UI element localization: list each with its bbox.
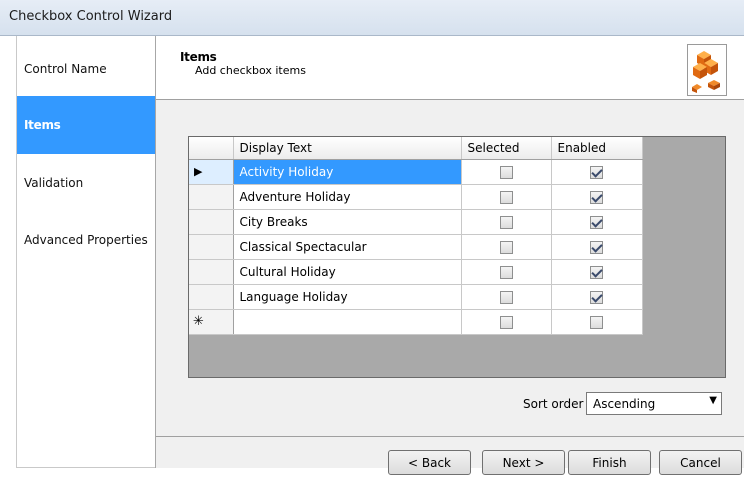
window-title: Checkbox Control Wizard [9,9,173,24]
selected-checkbox[interactable] [499,265,513,279]
current-row-indicator-icon[interactable]: ▶ [189,159,234,185]
enabled-cell[interactable] [551,284,643,310]
sort-order-select[interactable]: Ascending ▼ [586,392,722,415]
display-text-cell[interactable] [233,309,462,335]
grid-header-row: Display Text Selected Enabled [189,137,643,160]
selected-checkbox[interactable] [499,240,513,254]
sidebar-item-label: Items [24,118,61,132]
step-header: Items Add checkbox items [156,36,744,100]
table-row[interactable]: Classical Spectacular [189,234,643,260]
enabled-cell[interactable] [551,209,643,235]
enabled-checkbox[interactable] [590,165,603,179]
selected-cell[interactable] [461,284,552,310]
sidebar-item-label: Validation [24,176,84,190]
sidebar-item-items[interactable]: Items [17,96,156,154]
selected-cell[interactable] [461,309,552,335]
column-header-display-text[interactable]: Display Text [233,137,462,160]
selected-cell[interactable] [461,184,552,210]
display-text-cell[interactable]: Activity Holiday [233,159,462,185]
new-row[interactable]: ✳ [189,309,643,335]
cancel-button[interactable]: Cancel [659,450,742,475]
sort-order-value: Ascending [593,397,656,411]
footer-divider [156,436,744,437]
table-row[interactable]: Cultural Holiday [189,259,643,285]
selected-cell[interactable] [461,159,552,185]
selected-checkbox[interactable] [499,215,513,229]
enabled-checkbox[interactable] [590,190,603,204]
wizard-sidebar: Control Name Items Validation Advanced P… [16,36,156,468]
column-header-selected[interactable]: Selected [461,137,552,160]
column-header-enabled[interactable]: Enabled [551,137,643,160]
display-text-cell[interactable]: City Breaks [233,209,462,235]
enabled-checkbox[interactable] [590,290,603,304]
table-row[interactable]: City Breaks [189,209,643,235]
row-header[interactable] [189,184,234,210]
wizard-content: Items Add checkbox items Display Text Se… [155,36,744,475]
row-header[interactable] [189,284,234,310]
display-text-cell[interactable]: Cultural Holiday [233,259,462,285]
enabled-checkbox[interactable] [590,240,603,254]
selected-checkbox[interactable] [499,165,513,179]
table-row[interactable]: Language Holiday [189,284,643,310]
title-bar: Checkbox Control Wizard [0,0,744,36]
selected-cell[interactable] [461,259,552,285]
enabled-checkbox[interactable] [590,215,603,229]
selected-checkbox[interactable] [499,190,513,204]
sidebar-item-advanced-properties[interactable]: Advanced Properties [17,211,156,269]
row-header[interactable] [189,259,234,285]
display-text-cell[interactable]: Language Holiday [233,284,462,310]
row-header-corner [189,137,234,160]
table-row[interactable]: Adventure Holiday [189,184,643,210]
page-subtitle: Add checkbox items [195,64,306,77]
enabled-cell[interactable] [551,309,643,335]
enabled-checkbox[interactable] [590,265,603,279]
row-header[interactable] [189,234,234,260]
enabled-cell[interactable] [551,184,643,210]
next-button[interactable]: Next > [482,450,565,475]
chevron-down-icon[interactable]: ▼ [709,395,717,406]
cubes-icon [687,44,727,96]
enabled-checkbox[interactable] [590,315,603,329]
enabled-cell[interactable] [551,259,643,285]
display-text-cell[interactable]: Classical Spectacular [233,234,462,260]
sidebar-item-control-name[interactable]: Control Name [17,40,156,98]
items-grid[interactable]: Display Text Selected Enabled ▶ Activity… [188,136,726,378]
sidebar-item-label: Control Name [24,62,107,76]
selected-checkbox[interactable] [499,315,513,329]
display-text-cell[interactable]: Adventure Holiday [233,184,462,210]
sort-order-label: Sort order [523,397,584,411]
selected-checkbox[interactable] [499,290,513,304]
selected-cell[interactable] [461,234,552,260]
finish-button[interactable]: Finish [568,450,651,475]
table-row[interactable]: ▶ Activity Holiday [189,159,643,185]
enabled-cell[interactable] [551,159,643,185]
page-title: Items [180,50,217,64]
sidebar-item-validation[interactable]: Validation [17,154,156,212]
enabled-cell[interactable] [551,234,643,260]
selected-cell[interactable] [461,209,552,235]
new-row-asterisk-icon[interactable]: ✳ [189,309,234,335]
row-header[interactable] [189,209,234,235]
back-button[interactable]: < Back [388,450,471,475]
sidebar-item-label: Advanced Properties [24,233,148,247]
